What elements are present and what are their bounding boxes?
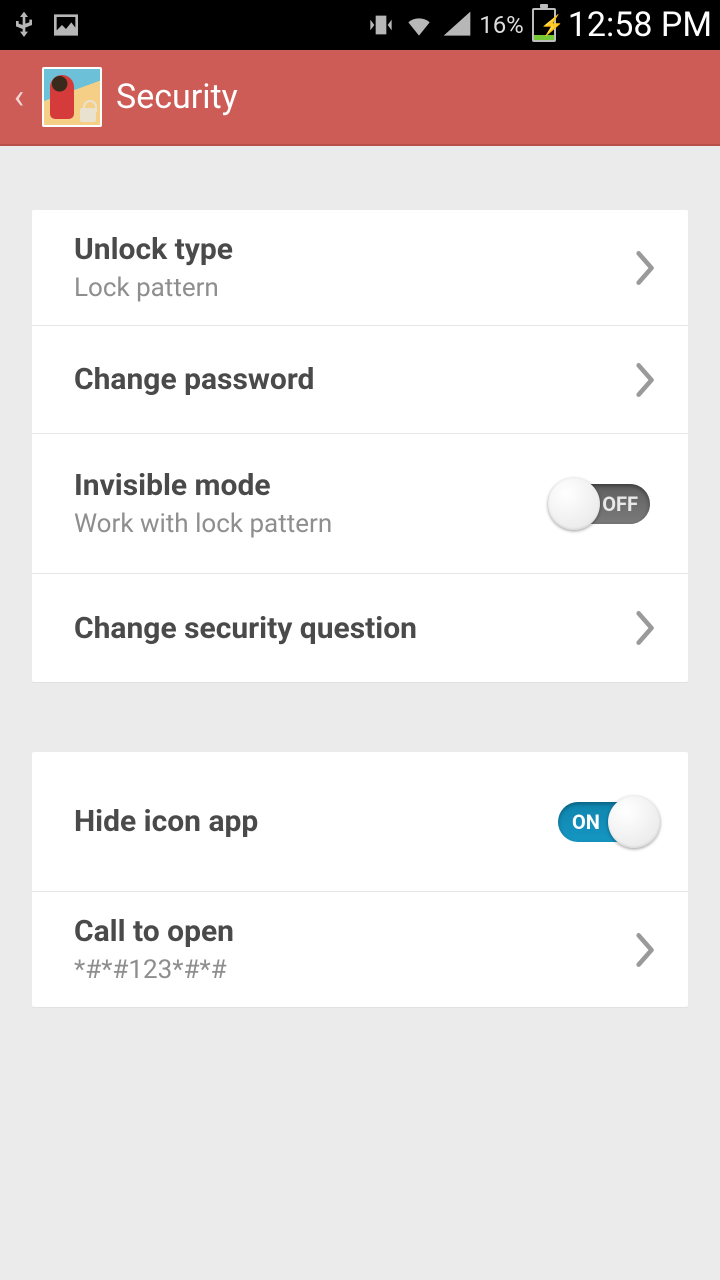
- status-left: [8, 9, 82, 41]
- chevron-right-icon: [632, 358, 660, 402]
- call-to-open-title: Call to open: [74, 914, 632, 949]
- hide-icon-title: Hide icon app: [74, 804, 548, 839]
- content: Unlock type Lock pattern Change password…: [0, 146, 720, 1007]
- picture-icon: [50, 9, 82, 41]
- battery-icon: ⚡: [532, 8, 556, 42]
- change-password-title: Change password: [74, 362, 632, 397]
- unlock-type-title: Unlock type: [74, 232, 632, 267]
- chevron-right-icon: [632, 246, 660, 290]
- page-title: Security: [116, 77, 238, 117]
- invisible-mode-title: Invisible mode: [74, 468, 548, 503]
- status-right: 16% ⚡ 12:58 PM: [365, 5, 712, 45]
- status-bar: 16% ⚡ 12:58 PM: [0, 0, 720, 50]
- battery-percent: 16%: [479, 11, 524, 39]
- usb-icon: [8, 9, 40, 41]
- call-to-open-value: *#*#123*#*#: [74, 955, 632, 985]
- invisible-mode-toggle[interactable]: OFF: [548, 478, 660, 530]
- settings-group-2: Hide icon app ON Call to open *#*#123*#*…: [32, 752, 688, 1007]
- back-button[interactable]: ‹: [10, 77, 28, 117]
- row-hide-icon-app[interactable]: Hide icon app ON: [32, 752, 688, 892]
- app-bar: ‹ Security: [0, 50, 720, 146]
- signal-icon: [441, 9, 473, 41]
- row-security-question[interactable]: Change security question: [32, 574, 688, 682]
- chevron-right-icon: [632, 606, 660, 650]
- row-change-password[interactable]: Change password: [32, 326, 688, 434]
- wifi-icon: [403, 9, 435, 41]
- chevron-right-icon: [632, 928, 660, 972]
- app-icon[interactable]: [42, 67, 102, 127]
- row-unlock-type[interactable]: Unlock type Lock pattern: [32, 210, 688, 326]
- invisible-mode-sub: Work with lock pattern: [74, 509, 548, 539]
- settings-group-1: Unlock type Lock pattern Change password…: [32, 210, 688, 682]
- status-time: 12:58 PM: [568, 5, 712, 45]
- hide-icon-toggle[interactable]: ON: [548, 796, 660, 848]
- row-invisible-mode[interactable]: Invisible mode Work with lock pattern OF…: [32, 434, 688, 574]
- row-call-to-open[interactable]: Call to open *#*#123*#*#: [32, 892, 688, 1007]
- security-question-title: Change security question: [74, 611, 632, 646]
- unlock-type-value: Lock pattern: [74, 273, 632, 303]
- vibrate-icon: [365, 9, 397, 41]
